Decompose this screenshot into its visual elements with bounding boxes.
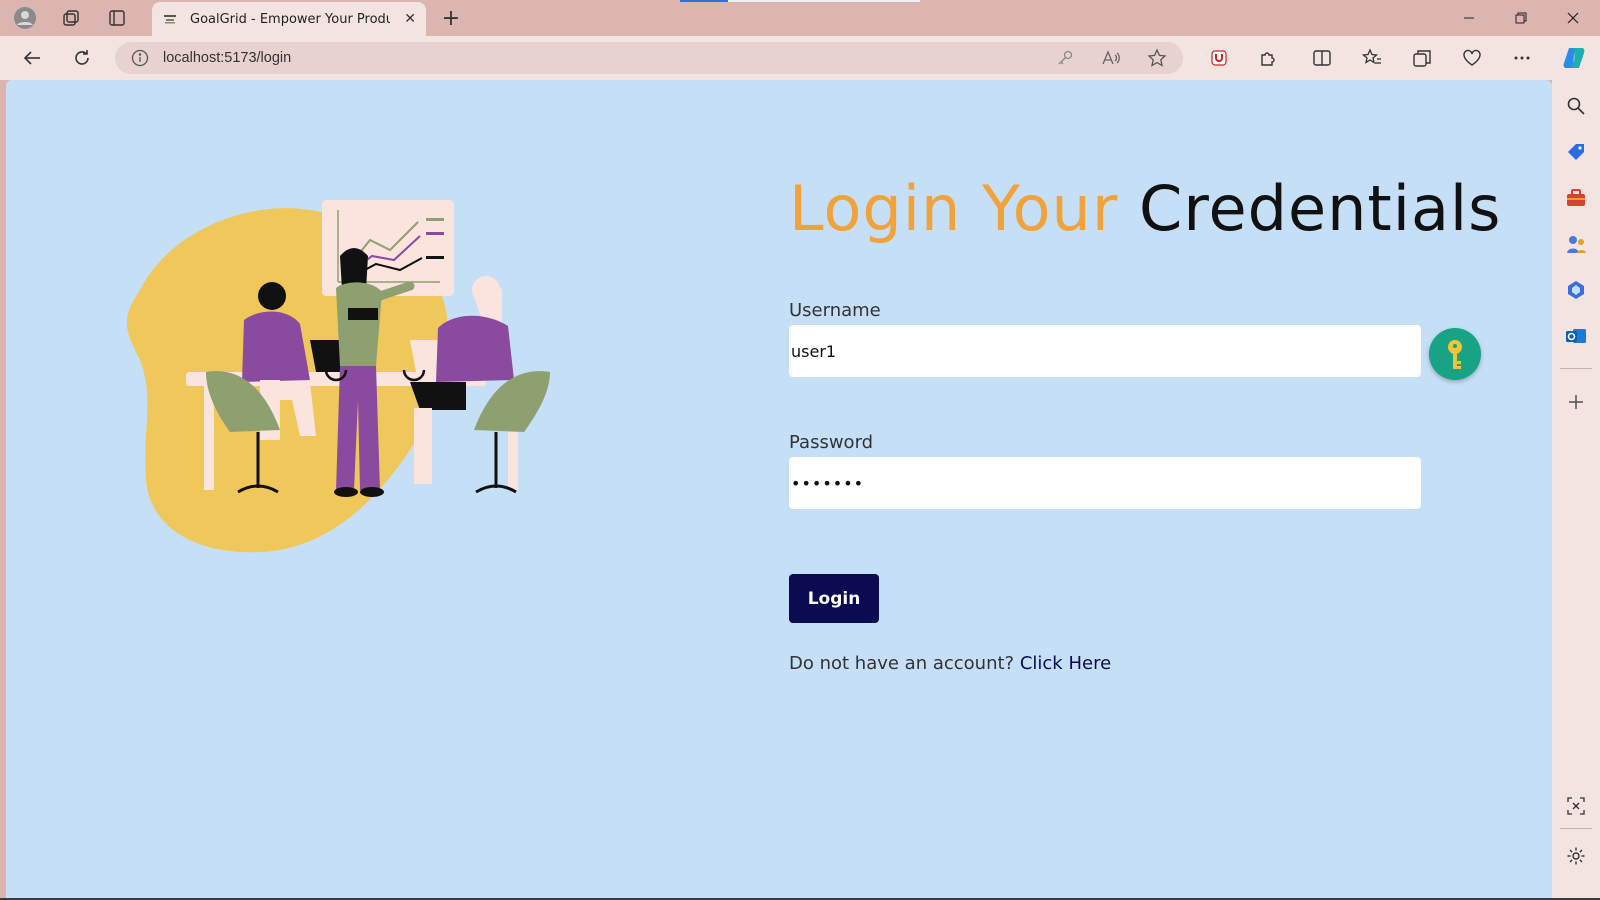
extensions-icon[interactable] <box>1254 45 1282 71</box>
signup-prompt: Do not have an account? Click Here <box>789 653 1111 674</box>
password-key-icon[interactable] <box>1053 48 1077 68</box>
browser-titlebar: GoalGrid - Empower Your Produc ✕ + <box>0 0 1600 36</box>
close-window-icon[interactable] <box>1550 0 1596 36</box>
password-field[interactable] <box>789 457 1421 509</box>
workspaces-icon[interactable] <box>56 4 86 32</box>
refresh-icon[interactable] <box>66 44 98 72</box>
new-tab-button[interactable]: + <box>436 4 466 32</box>
title-accent: Login Your <box>789 172 1119 245</box>
tab-actions-icon[interactable] <box>102 4 132 32</box>
signup-prompt-text: Do not have an account? <box>789 653 1015 674</box>
page-load-progress <box>680 0 920 2</box>
tab-title: GoalGrid - Empower Your Produc <box>190 11 390 27</box>
url-text[interactable]: localhost:5173/login <box>163 50 291 66</box>
login-page: Login Your Credentials Username Password… <box>6 80 1552 898</box>
shield-extension-icon[interactable] <box>1205 45 1233 71</box>
favorites-icon[interactable] <box>1358 45 1386 71</box>
minimize-icon[interactable] <box>1446 0 1492 36</box>
games-icon[interactable] <box>1562 230 1590 258</box>
team-meeting-illustration <box>126 200 550 553</box>
search-icon[interactable] <box>1562 92 1590 120</box>
title-rest: Credentials <box>1139 172 1502 245</box>
collections-icon[interactable] <box>1408 45 1436 71</box>
outlook-icon[interactable] <box>1562 322 1590 350</box>
tools-icon[interactable] <box>1562 184 1590 212</box>
active-tab[interactable]: GoalGrid - Empower Your Produc ✕ <box>152 2 426 36</box>
copilot-icon[interactable] <box>1560 45 1588 71</box>
browser-sidebar <box>1552 80 1600 900</box>
password-label: Password <box>789 432 874 453</box>
split-screen-icon[interactable] <box>1308 45 1336 71</box>
more-icon[interactable] <box>1508 45 1536 71</box>
username-label: Username <box>789 300 881 321</box>
signup-link[interactable]: Click Here <box>1020 653 1111 674</box>
read-aloud-icon[interactable] <box>1099 48 1123 68</box>
page-title: Login Your Credentials <box>789 172 1501 245</box>
profile-icon[interactable] <box>10 4 40 32</box>
username-field[interactable] <box>789 325 1421 377</box>
screenshot-icon[interactable] <box>1562 792 1590 820</box>
back-icon[interactable] <box>16 44 48 72</box>
restore-icon[interactable] <box>1498 0 1544 36</box>
login-button[interactable]: Login <box>789 574 879 623</box>
add-icon[interactable] <box>1562 388 1590 416</box>
password-manager-key-button[interactable] <box>1429 328 1481 380</box>
tab-favicon-icon <box>162 11 178 27</box>
address-bar[interactable]: localhost:5173/login <box>115 42 1183 74</box>
browser-essentials-icon[interactable] <box>1458 45 1486 71</box>
shopping-tag-icon[interactable] <box>1562 138 1590 166</box>
site-info-icon[interactable] <box>131 49 149 67</box>
microsoft365-icon[interactable] <box>1562 276 1590 304</box>
key-icon <box>1448 340 1462 369</box>
settings-icon[interactable] <box>1562 842 1590 870</box>
tab-close-icon[interactable]: ✕ <box>404 11 416 27</box>
browser-toolbar: localhost:5173/login <box>0 36 1600 80</box>
favorite-star-icon[interactable] <box>1145 48 1169 68</box>
